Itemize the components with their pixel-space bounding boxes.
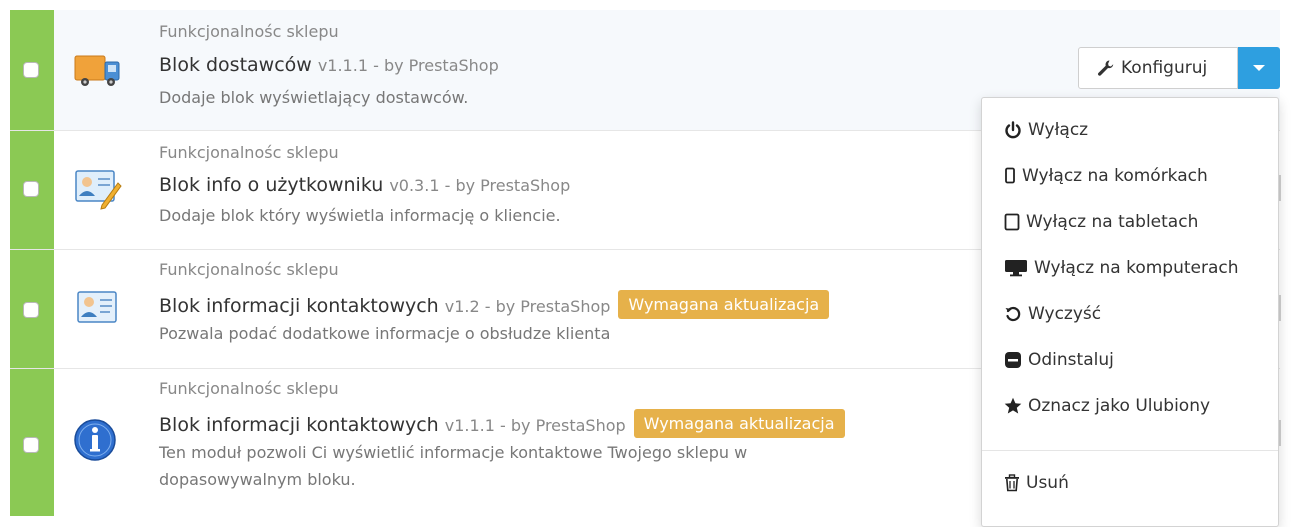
module-category: Funkcjonalnośc sklepu	[159, 22, 339, 41]
module-description: Dodaje blok który wyświetla informację o…	[159, 206, 561, 225]
info-circle-icon	[72, 417, 122, 463]
desktop-icon	[1005, 260, 1027, 277]
user-card-edit-icon	[72, 165, 122, 211]
reset-icon	[1005, 306, 1021, 322]
contact-card-icon	[72, 288, 122, 334]
menu-item-disable-tablet[interactable]: Wyłącz na tabletach	[1004, 212, 1198, 232]
module-checkbox[interactable]	[23, 437, 39, 453]
module-title: Blok info o użytkowniku v0.3.1 - by Prest…	[159, 174, 570, 196]
module-description: Ten moduł pozwoli Ci wyświetlić informac…	[159, 443, 748, 462]
module-title: Blok informacji kontaktowych v1.1.1 - by …	[159, 409, 845, 440]
wrench-icon	[1098, 60, 1114, 76]
module-version: v1.1.1 - by PrestaShop	[317, 56, 499, 75]
menu-item-delete[interactable]: Usuń	[1004, 473, 1069, 493]
delivery-truck-icon	[72, 48, 122, 94]
menu-item-disable-desktop[interactable]: Wyłącz na komputerach	[1004, 258, 1239, 278]
module-checkbox[interactable]	[23, 302, 39, 318]
tablet-icon	[1004, 213, 1020, 231]
module-category: Funkcjonalnośc sklepu	[159, 143, 339, 162]
menu-divider	[982, 450, 1278, 451]
configure-button[interactable]: Konfiguruj	[1078, 47, 1238, 89]
caret-down-icon	[1253, 65, 1265, 71]
module-checkbox[interactable]	[23, 62, 39, 78]
menu-item-disable[interactable]: Wyłącz	[1004, 120, 1088, 140]
module-version: v1.2 - by PrestaShop	[444, 297, 611, 316]
module-version: v0.3.1 - by PrestaShop	[389, 176, 571, 195]
menu-item-reset[interactable]: Wyczyść	[1004, 304, 1101, 324]
configure-label: Konfiguruj	[1121, 58, 1208, 78]
module-category: Funkcjonalnośc sklepu	[159, 260, 339, 279]
module-title: Blok dostawców v1.1.1 - by PrestaShop	[159, 54, 499, 76]
module-version: v1.1.1 - by PrestaShop	[444, 416, 626, 435]
trash-icon	[1005, 474, 1019, 492]
minus-square-icon	[1005, 352, 1021, 368]
module-category: Funkcjonalnośc sklepu	[159, 379, 339, 398]
dropdown-toggle-button[interactable]	[1238, 47, 1280, 89]
module-description: Pozwala podać dodatkowe informacje o obs…	[159, 324, 611, 343]
module-name: Blok informacji kontaktowych	[159, 295, 439, 317]
module-checkbox[interactable]	[23, 181, 39, 197]
update-required-badge: Wymagana aktualizacja	[618, 290, 830, 319]
module-description: dopasowywalnym bloku.	[159, 470, 356, 489]
module-name: Blok informacji kontaktowych	[159, 414, 439, 436]
module-actions-dropdown: Wyłącz Wyłącz na komórkach Wyłącz na tab…	[981, 97, 1279, 527]
menu-item-uninstall[interactable]: Odinstaluj	[1004, 350, 1114, 370]
update-required-badge: Wymagana aktualizacja	[633, 409, 845, 438]
module-title: Blok informacji kontaktowych v1.2 - by Pr…	[159, 290, 830, 321]
menu-item-favorite[interactable]: Oznacz jako Ulubiony	[1004, 396, 1210, 416]
mobile-icon	[1005, 167, 1015, 184]
module-description: Dodaje blok wyświetlający dostawców.	[159, 88, 469, 107]
star-icon	[1004, 397, 1022, 414]
menu-item-disable-mobile[interactable]: Wyłącz na komórkach	[1004, 166, 1208, 186]
module-name: Blok dostawców	[159, 54, 312, 76]
module-name: Blok info o użytkowniku	[159, 174, 384, 196]
power-icon	[1005, 121, 1021, 139]
